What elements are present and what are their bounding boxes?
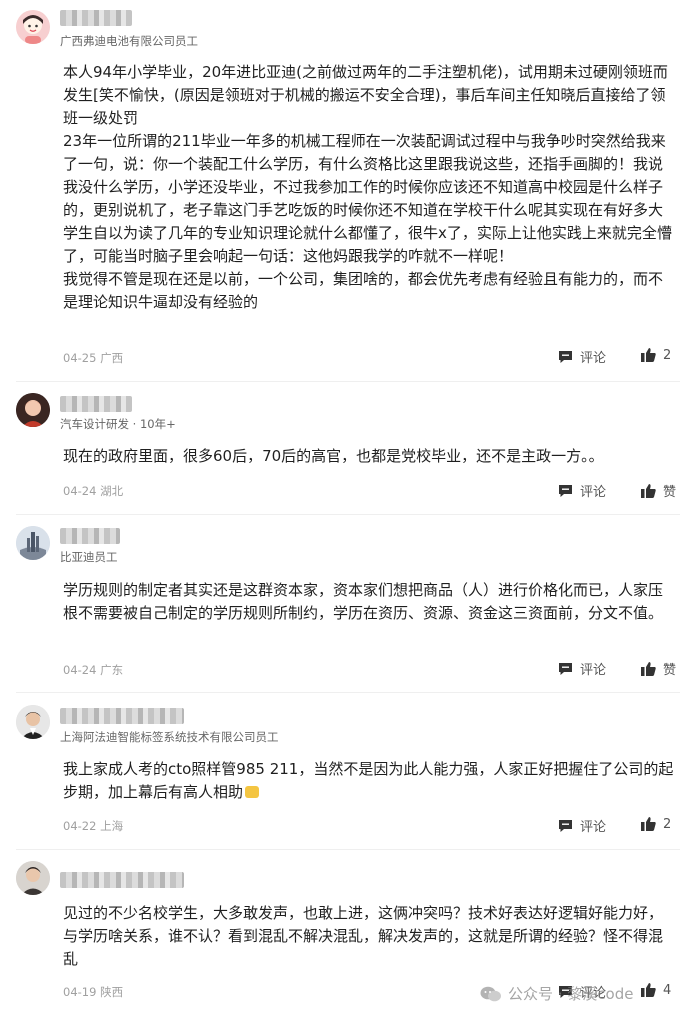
like-button[interactable]: 赞 (640, 481, 676, 500)
like-label: 赞 (663, 663, 677, 678)
comment-label: 评论 (580, 485, 607, 500)
watermark-text: 公众号 · 黎溪code (508, 985, 634, 1003)
comment-date-location: 04-24 广东 (63, 663, 124, 677)
comment-button[interactable]: 评论 (557, 659, 606, 678)
wechat-icon (480, 986, 501, 1001)
avatar[interactable] (16, 705, 50, 739)
username-blurred[interactable] (60, 396, 132, 412)
avatar[interactable] (16, 393, 50, 427)
user-company: 汽车设计研发 · 10年+ (60, 417, 176, 431)
username-blurred[interactable] (60, 872, 184, 888)
money-bag-emoji-icon (245, 786, 260, 798)
comment-button[interactable]: 评论 (557, 816, 606, 835)
like-label: 赞 (663, 485, 677, 500)
comment-icon (559, 662, 572, 675)
divider (16, 692, 680, 693)
username-blurred[interactable] (60, 528, 120, 544)
divider (16, 849, 680, 850)
comment-date-location: 04-25 广西 (63, 351, 124, 365)
comment-label: 评论 (580, 663, 607, 678)
comment-text: 现在的政府里面，很多60后，70后的高官，也都是党校毕业，还不是主政一方。。 (63, 447, 604, 465)
avatar[interactable] (16, 10, 50, 44)
like-button[interactable]: 赞 (640, 659, 676, 678)
comment-icon (559, 350, 572, 363)
thumbs-up-icon (641, 817, 656, 831)
user-company: 上海阿法迪智能标签系统技术有限公司员工 (60, 730, 279, 744)
like-button[interactable]: 4 (640, 982, 671, 998)
thumbs-up-icon (641, 983, 656, 997)
comment-date-location: 04-19 陕西 (63, 985, 124, 999)
avatar[interactable] (16, 526, 50, 560)
divider (16, 381, 680, 382)
like-count: 2 (663, 347, 672, 363)
comment-label: 评论 (580, 351, 607, 366)
comment-text: 本人94年小学毕业，20年进比亚迪(之前做过两年的二手注塑机佬)，试用期未过硬刚… (63, 63, 672, 311)
comment-icon (559, 484, 572, 497)
thumbs-up-icon (641, 348, 656, 362)
comment-button[interactable]: 评论 (557, 481, 606, 500)
comment-button[interactable]: 评论 (557, 347, 606, 366)
thumbs-up-icon (641, 661, 656, 676)
user-company: 广西弗迪电池有限公司员工 (60, 34, 198, 48)
divider (16, 514, 680, 515)
user-company: 比亚迪员工 (60, 550, 118, 564)
comment-label: 评论 (580, 820, 607, 835)
thumbs-up-icon (641, 483, 656, 498)
comment-date-location: 04-24 湖北 (63, 484, 124, 498)
username-blurred[interactable] (60, 10, 132, 26)
username-blurred[interactable] (60, 708, 184, 724)
like-count: 2 (663, 816, 672, 832)
wechat-watermark: 公众号 · 黎溪code (480, 983, 633, 1004)
like-button[interactable]: 2 (640, 347, 671, 363)
avatar[interactable] (16, 861, 50, 895)
comment-icon (559, 819, 572, 832)
like-count: 4 (663, 982, 672, 998)
comment-text: 见过的不少名校学生，大多敢发声，也敢上进，这俩冲突吗？技术好表达好逻辑好能力好，… (63, 904, 664, 968)
like-button[interactable]: 2 (640, 816, 671, 832)
comment-date-location: 04-22 上海 (63, 819, 124, 833)
comment-text: 我上家成人考的cto照样管985 211，当然不是因为此人能力强，人家正好把握住… (63, 758, 677, 804)
comment-body-text: 我上家成人考的cto照样管985 211，当然不是因为此人能力强，人家正好把握住… (63, 760, 674, 801)
comment-text: 学历规则的制定者其实还是这群资本家，资本家们想把商品（人）进行价格化而已，人家压… (63, 581, 664, 622)
